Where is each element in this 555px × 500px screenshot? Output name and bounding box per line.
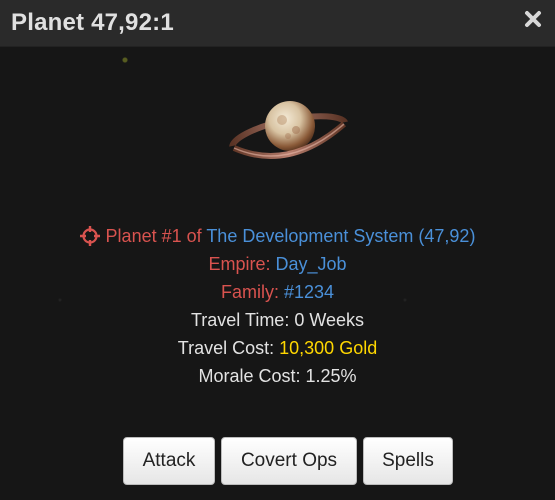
empire-label: Empire: — [208, 254, 271, 274]
family-row: Family: #1234 — [0, 278, 555, 306]
action-buttons: Attack Covert Ops Spells — [0, 437, 555, 485]
dialog-titlebar: Planet 47,92:1 — [0, 0, 555, 47]
system-link[interactable]: The Development System (47,92) — [206, 226, 475, 246]
spells-button[interactable]: Spells — [363, 437, 453, 485]
planet-info: Planet #1 of The Development System (47,… — [0, 222, 555, 390]
travel-cost-row: Travel Cost: 10,300 Gold — [0, 334, 555, 362]
empire-link[interactable]: Day_Job — [275, 254, 346, 274]
close-icon[interactable] — [521, 7, 545, 31]
family-label: Family: — [220, 282, 279, 302]
attack-button[interactable]: Attack — [123, 437, 215, 485]
morale-cost: Morale Cost: 1.25% — [198, 366, 357, 386]
dialog-title: Planet 47,92:1 — [11, 9, 174, 36]
location-prefix: Planet #1 of — [105, 226, 202, 246]
family-link[interactable]: #1234 — [284, 282, 334, 302]
covert-ops-button[interactable]: Covert Ops — [221, 437, 357, 485]
travel-time: Travel Time: 0 Weeks — [190, 310, 365, 330]
crosshair-icon — [79, 226, 100, 254]
empire-row: Empire: Day_Job — [0, 250, 555, 278]
travel-cost-label: Travel Cost: — [177, 338, 275, 358]
planet-dialog: Planet 47,92:1 Planet #1 of The Developm… — [0, 0, 555, 500]
location-row: Planet #1 of The Development System (47,… — [0, 222, 555, 250]
planet-image — [226, 96, 352, 170]
travel-cost-value: 10,300 Gold — [279, 338, 378, 358]
